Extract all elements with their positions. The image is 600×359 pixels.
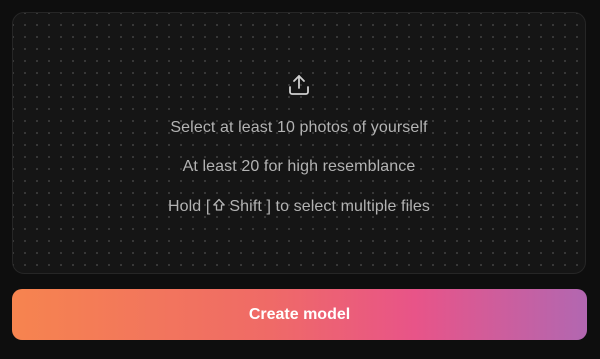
- upload-icon: [289, 75, 309, 95]
- create-model-button[interactable]: Create model: [12, 289, 587, 340]
- multi-select-prefix: Hold [: [167, 198, 211, 215]
- shift-key-label: Shift: [229, 198, 262, 215]
- shift-key-icon: [213, 198, 226, 211]
- multi-select-suffix: ] to select multiple files: [266, 198, 431, 215]
- photo-dropzone[interactable]: Select at least 10 photos of yourself At…: [12, 12, 586, 274]
- instruction-multi-select: Hold [ Shift ] to select multiple files: [13, 197, 585, 217]
- instruction-min-photos: Select at least 10 photos of yourself: [170, 119, 428, 136]
- photo-upload-page: Select at least 10 photos of yourself At…: [0, 0, 600, 359]
- instruction-recommended-photos: At least 20 for high resemblance: [182, 158, 416, 175]
